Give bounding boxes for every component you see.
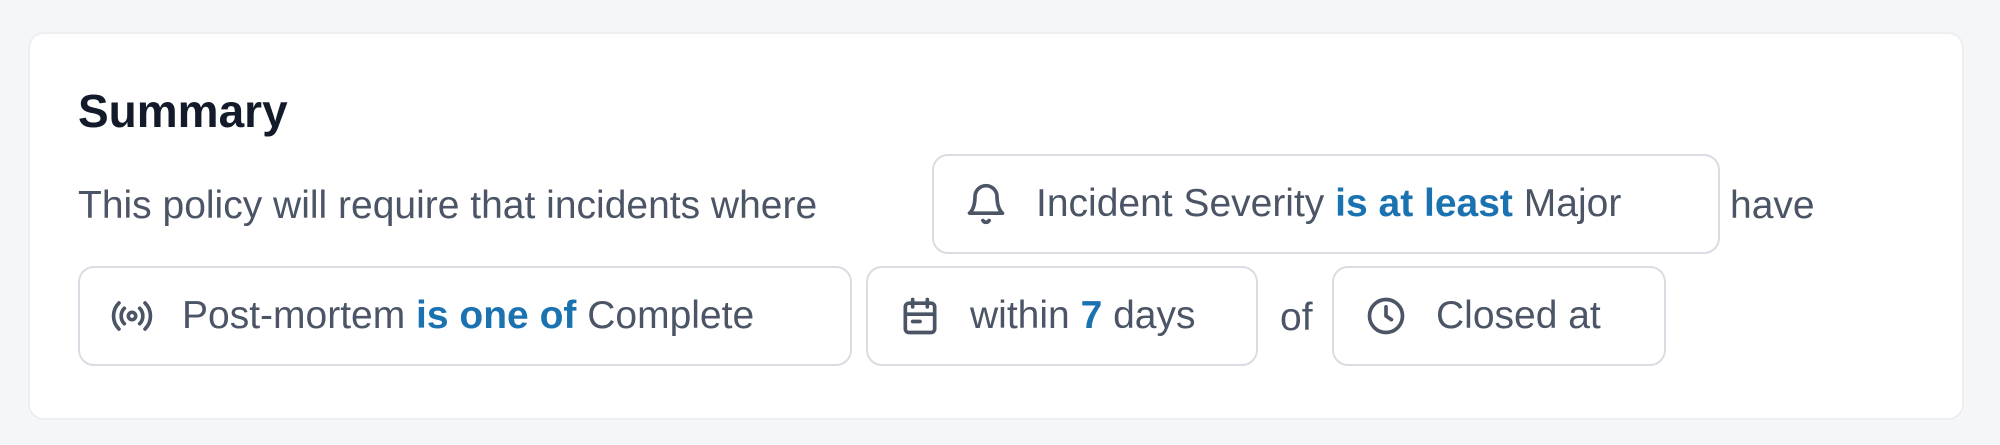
sentence-start-text: This policy will require that incidents …	[78, 184, 818, 227]
severity-field: Incident Severity	[1036, 182, 1325, 225]
severity-condition-pill[interactable]: Incident Severity is at least Major	[932, 154, 1720, 254]
calendar-icon	[898, 294, 942, 338]
timeframe-unit: days	[1113, 294, 1196, 337]
bell-icon	[964, 182, 1008, 226]
severity-value: Major	[1523, 182, 1622, 225]
postmortem-field: Post-mortem	[182, 294, 406, 337]
have-text: have	[1730, 184, 1815, 227]
summary-card: Summary This policy will require that in…	[28, 32, 1964, 420]
clock-icon	[1364, 294, 1408, 338]
timeframe-pill[interactable]: within 7 days	[866, 266, 1258, 366]
timestamp-label: Closed at	[1436, 294, 1601, 337]
of-text: of	[1280, 296, 1313, 339]
postmortem-condition-pill[interactable]: Post-mortem is one of Complete	[78, 266, 852, 366]
timestamp-pill[interactable]: Closed at	[1332, 266, 1666, 366]
timeframe-prefix: within	[970, 294, 1070, 337]
severity-operator: is at least	[1335, 182, 1513, 225]
summary-title: Summary	[78, 85, 288, 137]
broadcast-icon	[110, 294, 154, 338]
postmortem-value: Complete	[587, 294, 755, 337]
timeframe-number: 7	[1080, 294, 1103, 337]
postmortem-operator: is one of	[416, 294, 577, 337]
